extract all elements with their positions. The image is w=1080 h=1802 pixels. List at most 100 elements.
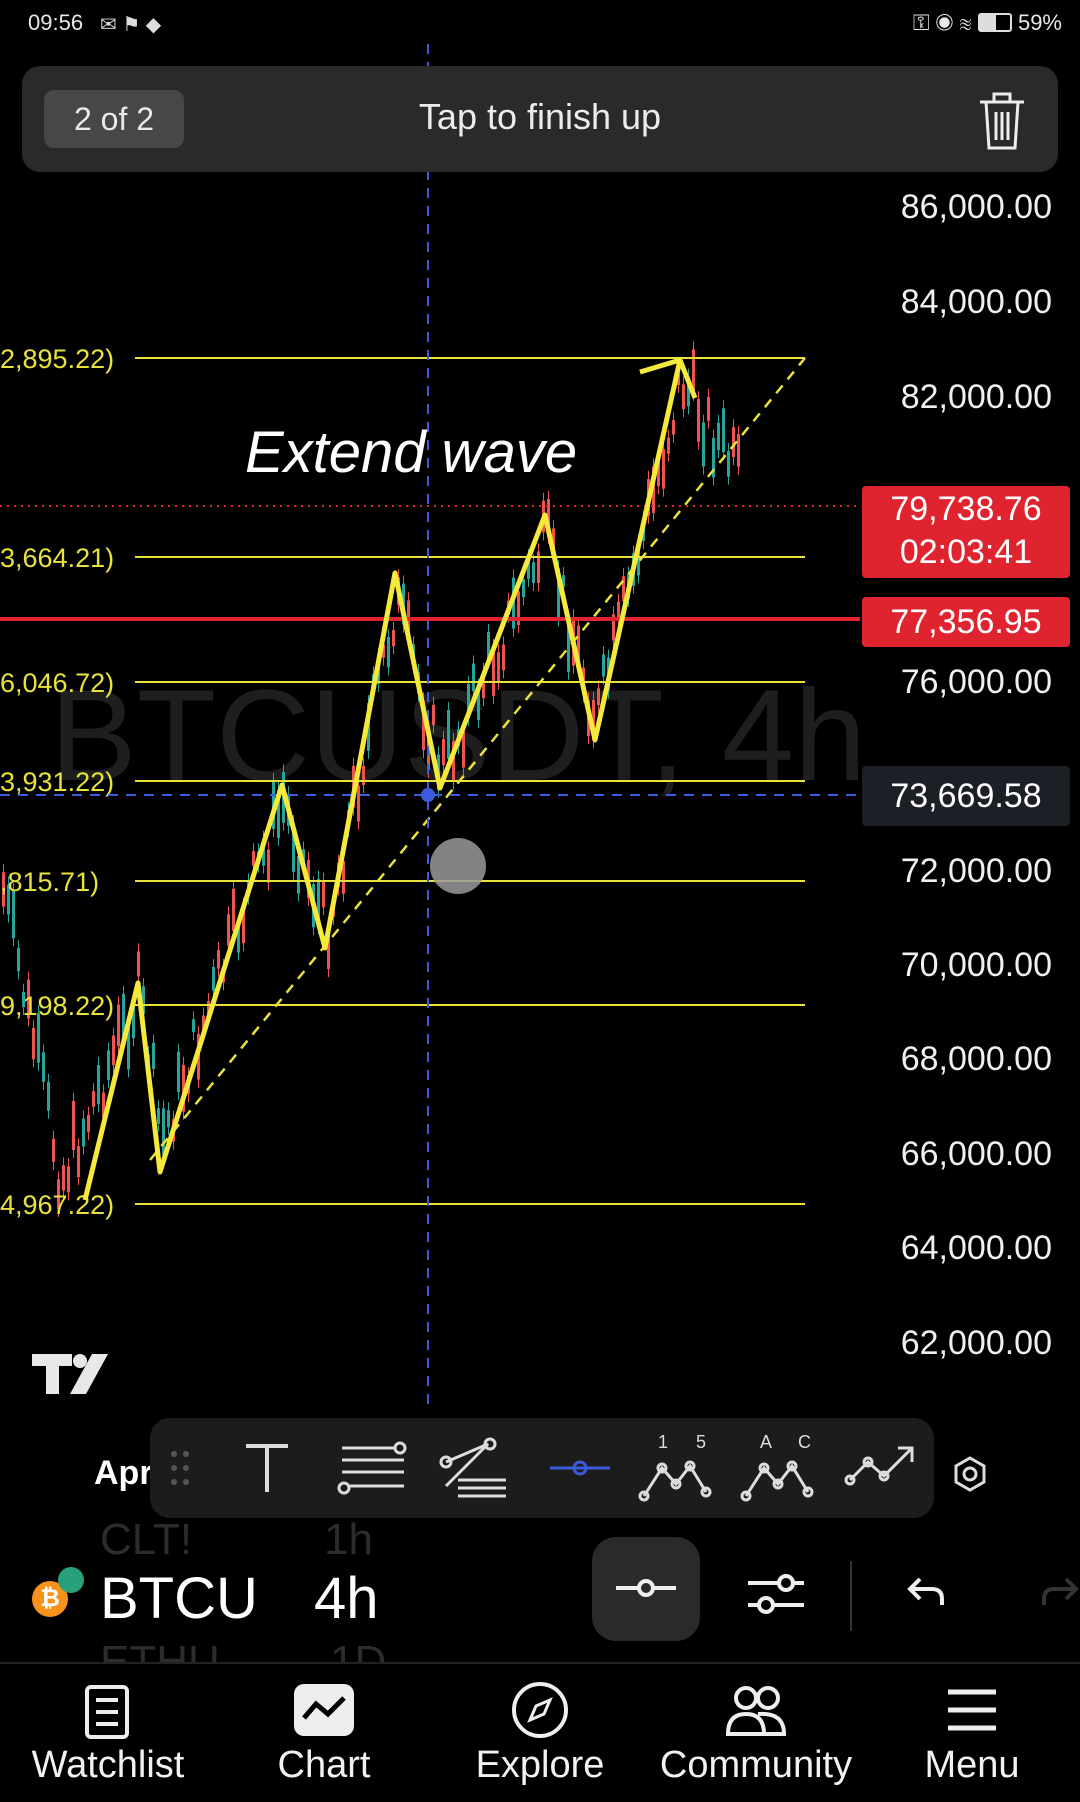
touch-indicator xyxy=(430,838,486,894)
symbol-interval[interactable]: 4h xyxy=(314,1565,379,1632)
candle-body xyxy=(522,579,525,598)
price-axis-label: 70,000.00 xyxy=(900,946,1052,984)
candle-body xyxy=(117,1004,120,1047)
price-axis-label: 82,000.00 xyxy=(900,378,1052,416)
watchlist-icon xyxy=(85,1685,129,1739)
status-time: 09:56 xyxy=(28,10,84,35)
wifi-icon: ≋ xyxy=(959,10,972,35)
menu-icon xyxy=(948,1689,996,1731)
candle-body xyxy=(532,562,535,583)
date-axis-label: Apr xyxy=(94,1454,153,1492)
svg-text:A: A xyxy=(760,1432,772,1452)
compass-icon xyxy=(512,1682,568,1738)
text-tool-icon[interactable] xyxy=(242,1440,292,1496)
fib-label: 2,895.22) xyxy=(0,344,114,374)
candle-body xyxy=(227,914,230,946)
candle-body xyxy=(707,396,710,421)
fib-label: 4,967.22) xyxy=(0,1190,114,1220)
annotation-text[interactable]: Extend wave xyxy=(245,420,577,485)
settings-gear-icon[interactable] xyxy=(952,1456,988,1492)
candle-body xyxy=(697,399,700,442)
price-axis-label: 66,000.00 xyxy=(900,1135,1052,1173)
candle-body xyxy=(597,688,600,706)
fib-label: 6,046.72) xyxy=(0,668,114,698)
drawing-toolbar[interactable]: 1 5 A C xyxy=(150,1418,934,1518)
drag-handle-icon[interactable] xyxy=(168,1448,194,1488)
candle-body xyxy=(472,663,475,692)
fib-retracement-tool-icon[interactable] xyxy=(336,1438,410,1498)
candle-body xyxy=(157,1108,160,1124)
community-icon xyxy=(725,1686,787,1736)
wave-arrowhead xyxy=(639,356,698,399)
candle-body xyxy=(502,644,505,671)
tab-chart[interactable]: Chart xyxy=(216,1664,432,1802)
candle-body xyxy=(682,384,685,410)
horizontal-ray-tool-icon[interactable] xyxy=(548,1448,612,1488)
elliott-impulse-wave-icon[interactable]: 1 5 xyxy=(638,1430,714,1506)
drawing-banner[interactable]: 2 of 2 Tap to finish up xyxy=(22,66,1058,172)
candle-body xyxy=(727,450,730,477)
candle-body xyxy=(667,437,670,454)
drawing-anchor[interactable] xyxy=(421,788,435,802)
status-bar: 09:56 ✉ ⚑ ◆ ⚿ ◉ ≋ 59% xyxy=(0,0,1080,44)
candle-body xyxy=(387,637,390,668)
tab-community[interactable]: Community xyxy=(648,1664,864,1802)
drawing-mode-button[interactable] xyxy=(592,1537,700,1641)
elliott-correction-wave-icon[interactable]: A C xyxy=(740,1430,816,1506)
candle-body xyxy=(447,709,450,759)
candle-body xyxy=(32,1027,35,1060)
key-icon: ⚿ xyxy=(912,10,930,35)
tab-label: Explore xyxy=(475,1744,605,1786)
candle-body xyxy=(497,652,500,682)
indicator-settings-icon[interactable] xyxy=(746,1569,806,1619)
alert-price-tag[interactable]: 77,356.95 xyxy=(862,597,1070,647)
candle-body xyxy=(672,420,675,435)
svg-text:1: 1 xyxy=(658,1432,668,1452)
redo-icon[interactable] xyxy=(1040,1573,1080,1609)
candle-body xyxy=(322,880,325,908)
candle-body xyxy=(177,1051,180,1093)
tab-watchlist[interactable]: Watchlist xyxy=(0,1664,216,1802)
toolbar-divider xyxy=(850,1561,852,1631)
candle-body xyxy=(252,851,255,866)
candle-body xyxy=(107,1050,110,1081)
tab-label: Menu xyxy=(924,1744,1020,1786)
symbol-selector[interactable]: CLT! 1h ETHU 1D ₿ BTCU 4h xyxy=(0,1515,1080,1667)
candle-body xyxy=(702,422,705,467)
candle-body xyxy=(442,739,445,766)
tab-label: Community xyxy=(659,1744,853,1786)
symbol-name[interactable]: BTCU xyxy=(100,1565,258,1632)
prev-symbol[interactable]: CLT! xyxy=(100,1515,192,1565)
crosshair-price-tag: 73,669.58 xyxy=(862,766,1070,826)
candle-body xyxy=(87,1114,90,1133)
trash-icon[interactable] xyxy=(974,88,1030,152)
candle-body xyxy=(47,1081,50,1111)
tab-menu[interactable]: Menu xyxy=(864,1664,1080,1802)
last-price-value: 79,738.76 xyxy=(890,490,1042,528)
candle-body xyxy=(362,765,365,785)
battery-percent: 59% xyxy=(1017,10,1062,35)
tab-label: Watchlist xyxy=(31,1744,185,1786)
svg-text:5: 5 xyxy=(696,1432,706,1452)
prev-interval[interactable]: 1h xyxy=(324,1515,373,1565)
candle-body xyxy=(717,422,720,451)
candle-body xyxy=(617,601,620,620)
candle-body xyxy=(82,1118,85,1147)
path-arrow-tool-icon[interactable] xyxy=(844,1436,918,1500)
candle-body xyxy=(152,1042,155,1070)
price-axis-label: 68,000.00 xyxy=(900,1040,1052,1078)
candle-body xyxy=(112,1035,115,1066)
candle-body xyxy=(732,427,735,458)
tab-explore[interactable]: Explore xyxy=(432,1664,648,1802)
finish-drawing-button[interactable]: Tap to finish up xyxy=(22,96,1058,138)
line-tool-icon xyxy=(616,1579,676,1597)
candle-body xyxy=(232,888,235,931)
undo-icon[interactable] xyxy=(906,1573,946,1609)
candle-body xyxy=(17,947,20,972)
fib-extension-tool-icon[interactable] xyxy=(438,1436,510,1502)
price-axis-label: 62,000.00 xyxy=(900,1324,1052,1362)
candle-body xyxy=(297,856,300,894)
price-axis-label: 64,000.00 xyxy=(900,1229,1052,1267)
battery-icon xyxy=(977,13,1012,32)
candle-body xyxy=(462,731,465,768)
